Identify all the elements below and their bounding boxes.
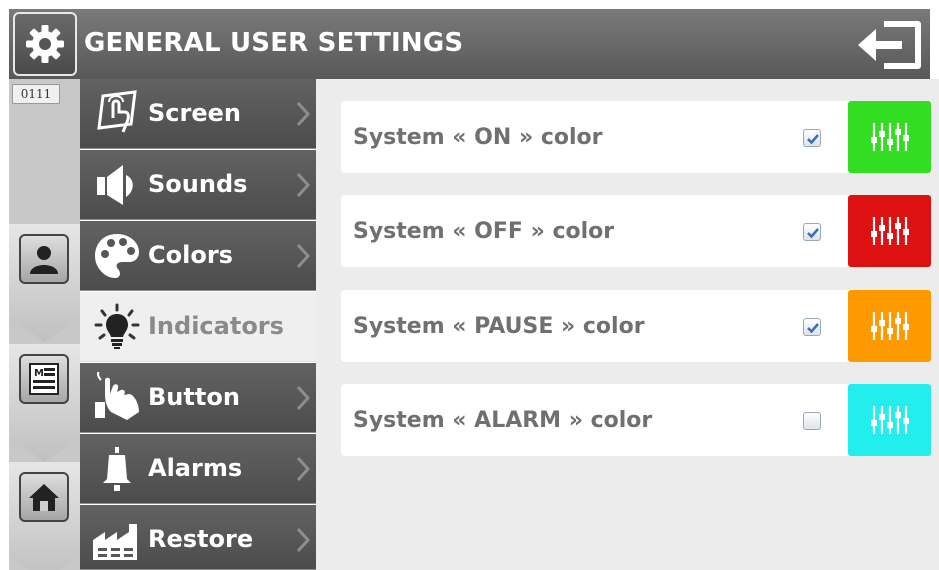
document-list-icon: M <box>19 354 69 404</box>
enable-checkbox-off[interactable] <box>803 223 821 241</box>
menu-label-restore: Restore <box>148 525 254 553</box>
rail-tab-user[interactable] <box>9 224 80 342</box>
chevron-right-icon <box>296 385 310 411</box>
menu-label-colors: Colors <box>148 241 233 269</box>
menu-label-screen: Screen <box>148 99 241 127</box>
setting-row-alarm: System « ALARM » color <box>341 384 931 456</box>
checkmark-icon <box>807 134 819 145</box>
counter-display: 0111 <box>12 84 60 104</box>
chevron-right-icon <box>296 172 310 198</box>
rail-tab-documents[interactable]: M <box>9 344 80 462</box>
lightbulb-icon <box>88 298 146 356</box>
setting-label-off: System « OFF » color <box>353 219 615 244</box>
gear-icon <box>13 12 77 76</box>
exit-button[interactable] <box>852 19 926 71</box>
checkmark-icon <box>807 323 819 334</box>
svg-text:M: M <box>34 368 44 379</box>
settings-menu: Screen Sounds Colors Indicators Button A… <box>80 79 316 570</box>
sliders-icon <box>870 312 909 340</box>
menu-label-alarms: Alarms <box>148 454 243 482</box>
user-profile-icon <box>19 234 69 284</box>
title-bar: GENERAL USER SETTINGS <box>9 9 930 79</box>
menu-label-button: Button <box>148 383 240 411</box>
setting-row-pause: System « PAUSE » color <box>341 290 931 362</box>
menu-item-restore[interactable]: Restore <box>80 505 316 570</box>
menu-item-sounds[interactable]: Sounds <box>80 150 316 220</box>
checkmark-icon <box>807 228 819 239</box>
hand-press-icon <box>88 369 146 427</box>
color-picker-pause[interactable] <box>848 290 931 362</box>
sliders-icon <box>870 406 909 434</box>
factory-icon <box>88 511 146 569</box>
menu-item-colors[interactable]: Colors <box>80 221 316 291</box>
menu-item-screen[interactable]: Screen <box>80 79 316 149</box>
color-picker-off[interactable] <box>848 195 931 267</box>
chevron-right-icon <box>296 243 310 269</box>
menu-item-alarms[interactable]: Alarms <box>80 434 316 504</box>
palette-icon <box>88 227 146 285</box>
speaker-icon <box>88 156 146 214</box>
exit-arrow-icon <box>858 21 921 69</box>
menu-label-sounds: Sounds <box>148 170 248 198</box>
setting-label-pause: System « PAUSE » color <box>353 314 645 339</box>
menu-item-button[interactable]: Button <box>80 363 316 433</box>
sliders-icon <box>870 123 909 151</box>
rail-tab-home[interactable] <box>9 462 80 570</box>
setting-label-alarm: System « ALARM » color <box>353 408 653 433</box>
menu-item-indicators[interactable]: Indicators <box>80 292 316 362</box>
chevron-right-icon <box>296 456 310 482</box>
bell-icon <box>88 440 146 498</box>
indicator-settings-panel: System « ON » color System « OFF » color… <box>316 79 939 570</box>
sliders-icon <box>870 217 909 245</box>
setting-label-on: System « ON » color <box>353 125 603 150</box>
touch-screen-icon <box>88 85 146 143</box>
color-picker-on[interactable] <box>848 101 931 173</box>
enable-checkbox-pause[interactable] <box>803 318 821 336</box>
menu-label-indicators: Indicators <box>148 312 284 340</box>
setting-row-off: System « OFF » color <box>341 195 931 267</box>
chevron-right-icon <box>296 101 310 127</box>
page-title: GENERAL USER SETTINGS <box>84 28 464 58</box>
enable-checkbox-alarm[interactable] <box>803 412 821 430</box>
color-picker-alarm[interactable] <box>848 384 931 456</box>
home-icon <box>19 472 69 522</box>
setting-row-on: System « ON » color <box>341 101 931 173</box>
chevron-right-icon <box>296 527 310 553</box>
enable-checkbox-on[interactable] <box>803 129 821 147</box>
